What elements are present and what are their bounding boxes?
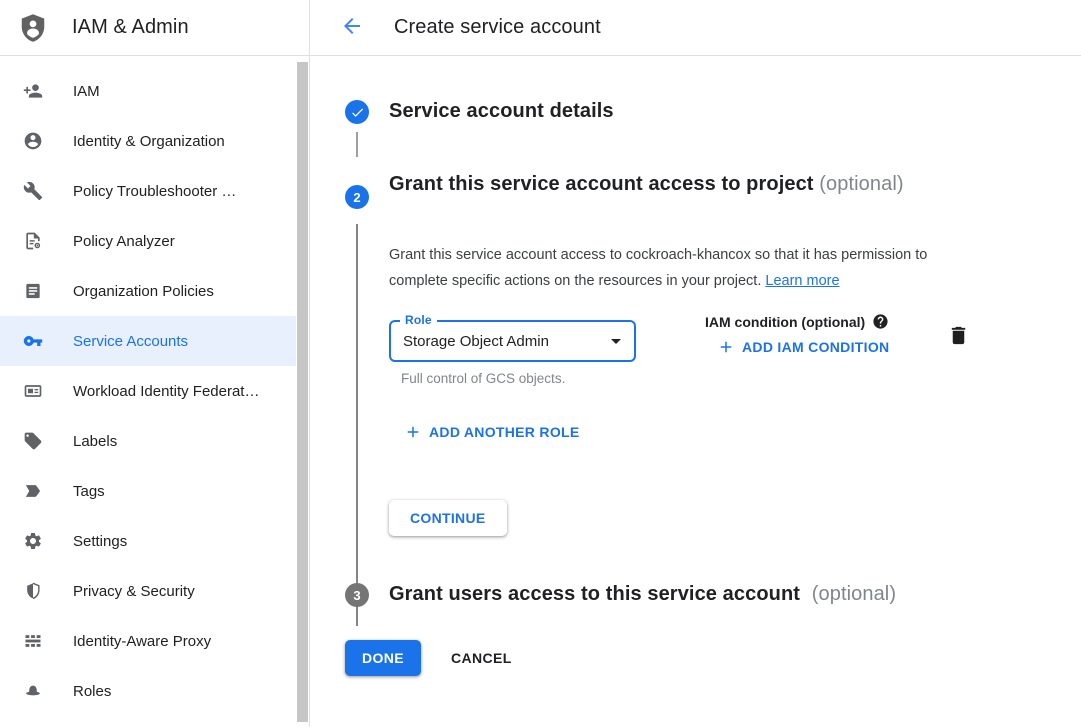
sidebar-item-privacy-security[interactable]: Privacy & Security [0,566,296,616]
document-lines-icon [23,281,43,301]
sidebar-item-settings[interactable]: Settings [0,516,296,566]
sidebar-item-label: Settings [73,533,127,550]
sidebar-scrollbar[interactable] [297,62,308,722]
step2-description: Grant this service account access to coc… [389,243,989,294]
iam-condition-label: IAM condition (optional) [705,314,865,330]
sidebar-item-label: Identity-Aware Proxy [73,633,211,650]
sidebar-item-label: Labels [73,433,117,450]
tag-arrow-icon [23,481,43,501]
page-header: Create service account [310,0,1081,55]
step2-title: Grant this service account access to pro… [389,173,814,195]
plus-icon [717,338,742,356]
done-button[interactable]: DONE [345,640,421,676]
role-field-label: Role [400,313,437,327]
role-helper-text: Full control of GCS objects. [401,371,565,386]
identity-card-icon [23,381,43,401]
sidebar-item-label: Organization Policies [73,283,214,300]
sidebar-item-tags[interactable]: Tags [0,466,296,516]
service-account-key-icon [23,331,43,351]
delete-role-button[interactable] [947,324,970,347]
step2-optional-label: (optional) [819,173,903,195]
add-iam-condition-button[interactable]: ADD IAM CONDITION [717,338,889,356]
top-header: IAM & Admin Create service account [0,0,1081,56]
product-header: IAM & Admin [0,0,310,55]
proxy-grid-icon [23,631,43,651]
sidebar-item-roles[interactable]: Roles [0,666,296,716]
sidebar-item-policy-analyzer[interactable]: Policy Analyzer [0,216,296,266]
person-circle-icon [23,131,43,151]
sidebar-item-identity-organization[interactable]: Identity & Organization [0,116,296,166]
role-select[interactable]: Role Storage Object Admin [389,320,636,362]
sidebar-item-workload-identity-federation[interactable]: Workload Identity Federat… [0,366,296,416]
sidebar-item-label: Privacy & Security [73,583,195,600]
step2-number: 2 [353,190,360,205]
sidebar-item-service-accounts[interactable]: Service Accounts [0,316,296,366]
sidebar-item-identity-aware-proxy[interactable]: Identity-Aware Proxy [0,616,296,666]
step3-heading: Grant users access to this service accou… [389,583,896,606]
step2-description-text: Grant this service account access to coc… [389,247,927,289]
help-circle-icon[interactable] [872,313,889,330]
half-shield-icon [23,581,43,601]
sidebar-item-label: Workload Identity Federat… [73,383,259,400]
sidebar-nav: IAM Identity & Organization Policy Troub… [0,56,310,727]
product-title: IAM & Admin [72,16,189,39]
create-service-account-form: Service account details 2 Grant this ser… [311,56,1081,727]
shield-person-icon [18,13,48,43]
roles-hat-icon [23,681,43,701]
add-another-role-label: ADD ANOTHER ROLE [429,424,580,440]
step2-heading: Grant this service account access to pro… [389,168,909,201]
sidebar-item-iam[interactable]: IAM [0,66,296,116]
trash-icon [947,324,970,347]
learn-more-link[interactable]: Learn more [765,273,839,289]
step1-title: Service account details [389,100,614,123]
stepper-connector [356,224,358,626]
gear-icon [23,531,43,551]
back-button[interactable] [336,10,368,45]
plus-icon [404,423,429,441]
role-selected-value: Storage Object Admin [403,333,604,350]
arrow-back-icon [340,14,364,41]
policy-analyzer-doc-icon [23,231,43,251]
sidebar-item-organization-policies[interactable]: Organization Policies [0,266,296,316]
person-add-icon [23,81,43,101]
step3-number: 3 [353,588,360,603]
stepper-connector [356,132,358,157]
label-tag-icon [23,431,43,451]
sidebar-item-label: Identity & Organization [73,133,225,150]
sidebar-item-labels[interactable]: Labels [0,416,296,466]
add-iam-condition-label: ADD IAM CONDITION [742,339,889,355]
wrench-icon [23,181,43,201]
dropdown-arrow-icon [604,329,628,353]
sidebar-item-label: Tags [73,483,105,500]
sidebar-item-label: Policy Analyzer [73,233,175,250]
add-another-role-button[interactable]: ADD ANOTHER ROLE [404,423,580,441]
sidebar-item-policy-troubleshooter[interactable]: Policy Troubleshooter … [0,166,296,216]
step3-optional-label: (optional) [812,583,896,605]
iam-condition-block: IAM condition (optional) ADD IAM CONDITI… [705,313,889,356]
page-title: Create service account [394,16,601,39]
sidebar-item-label: IAM [73,83,100,100]
iam-condition-label-row: IAM condition (optional) [705,313,889,330]
cancel-button[interactable]: CANCEL [443,640,520,676]
step3-title: Grant users access to this service accou… [389,583,800,605]
check-icon [350,105,365,120]
step2-number-badge: 2 [345,185,369,209]
step1-complete-badge [345,100,369,124]
sidebar-item-label: Roles [73,683,111,700]
step3-number-badge: 3 [345,583,369,607]
sidebar-item-label: Policy Troubleshooter … [73,183,236,200]
continue-button[interactable]: CONTINUE [389,500,507,536]
sidebar-item-label: Service Accounts [73,333,188,350]
